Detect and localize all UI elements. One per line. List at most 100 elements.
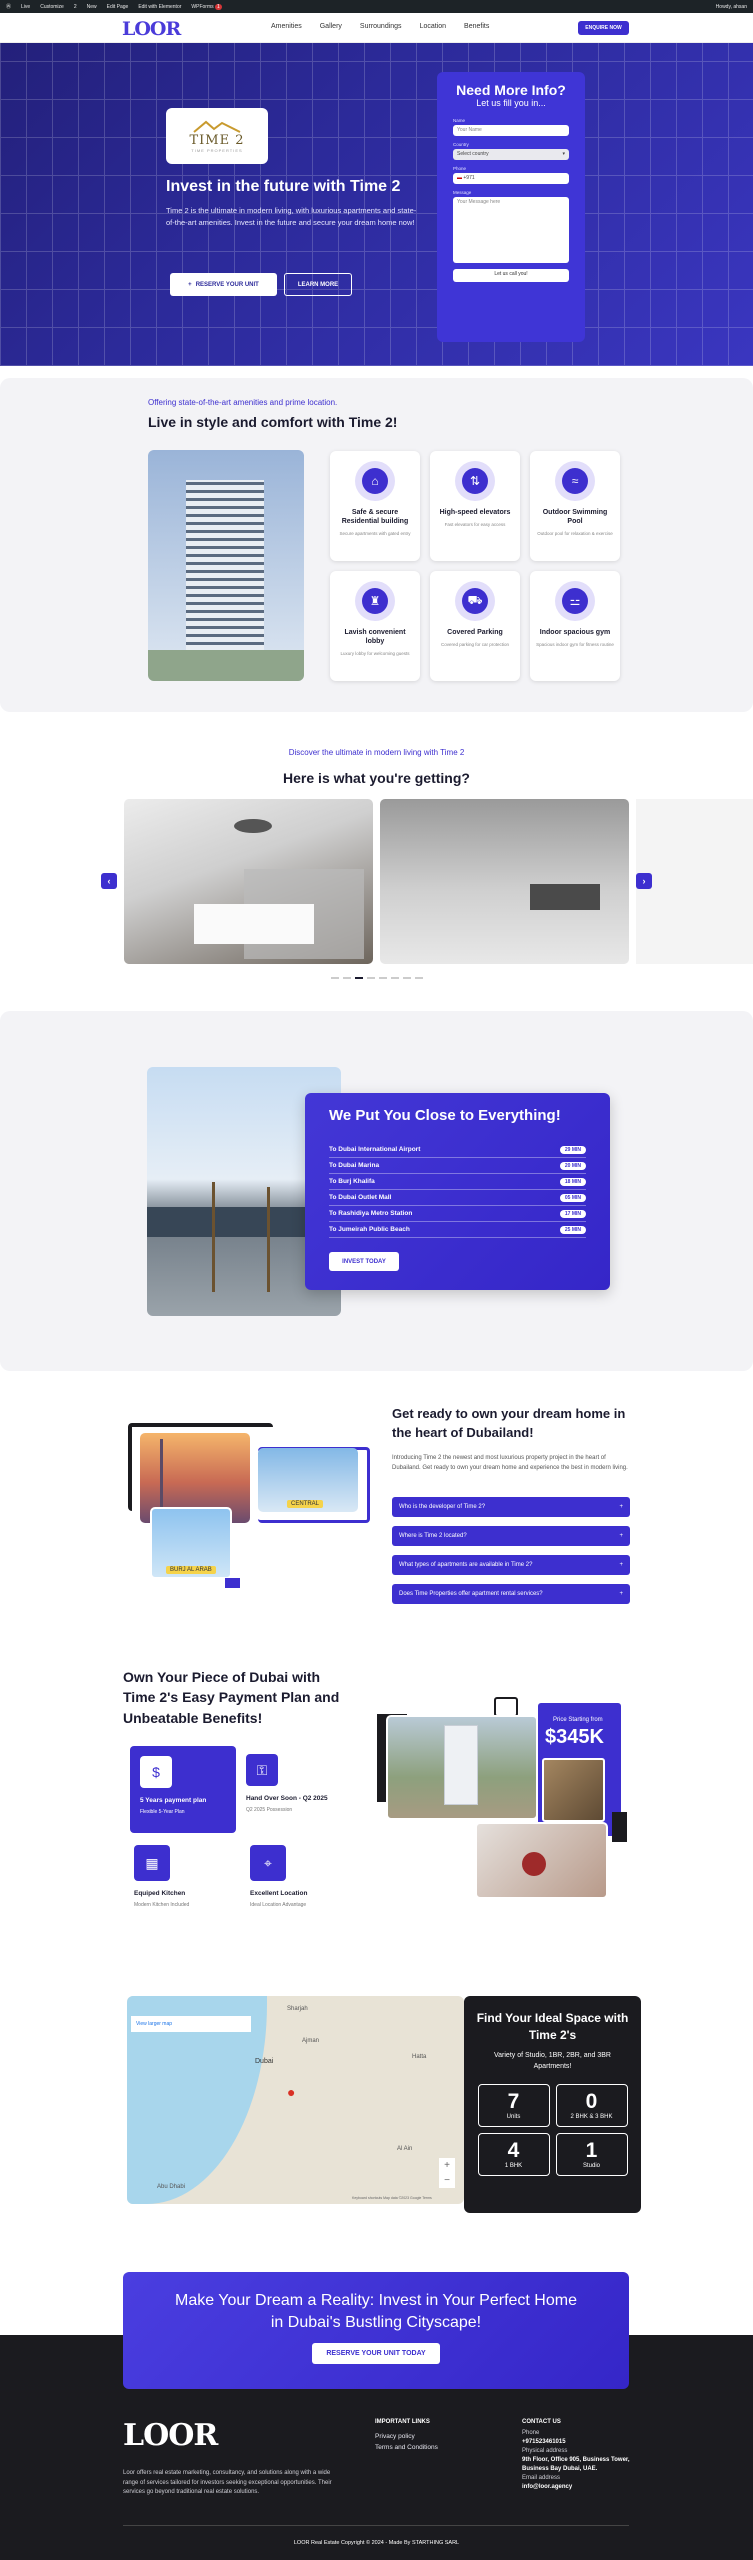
address-label: Physical address	[522, 2448, 568, 2454]
form-title: Need More Info?	[456, 82, 566, 98]
admin-item-edit-page[interactable]: Edit Page	[107, 4, 129, 10]
footer-email[interactable]: info@loor.agency	[522, 2483, 637, 2492]
faq-question: What types of apartments are available i…	[399, 1562, 533, 1568]
gallery-image-partial	[636, 799, 753, 964]
amenity-desc: Secure apartments with gated entry	[339, 530, 411, 536]
map-label: Sharjah	[287, 2006, 308, 2012]
nav-gallery[interactable]: Gallery	[320, 23, 342, 30]
message-textarea[interactable]: Your Message here	[453, 197, 569, 263]
nav-surroundings[interactable]: Surroundings	[360, 23, 402, 30]
nav-location[interactable]: Location	[420, 23, 446, 30]
map-pin-marker-icon[interactable]: ●	[287, 2084, 295, 2100]
site-logo[interactable]: LOOR	[122, 18, 181, 40]
plus-icon: +	[188, 281, 192, 288]
amenity-desc: Covered parking for car protection	[440, 641, 510, 647]
name-label: Name	[453, 118, 466, 123]
distance-time: 25 MIN	[559, 1225, 586, 1234]
time2-logo-sub: TIME PROPERTIES	[191, 148, 243, 153]
country-value: Select country	[457, 151, 489, 157]
stat-1bhk: 41 BHK	[477, 2132, 550, 2176]
map-pin-icon: ⌖	[250, 1845, 286, 1881]
amenity-card: ⌂ Safe & secure Residential building Secur…	[330, 451, 420, 561]
faq-accordion: Who is the developer of Time 2? + Where i…	[392, 1497, 630, 1613]
faq-item[interactable]: Where is Time 2 located? +	[392, 1526, 630, 1546]
map-attribution: Keyboard shortcuts Map data ©2023 Google…	[352, 2196, 432, 2200]
footer-contact-title: CONTACT US	[522, 2419, 561, 2425]
reserve-unit-button[interactable]: + RESERVE YOUR UNIT	[170, 273, 277, 296]
nav-amenities[interactable]: Amenities	[271, 23, 302, 30]
stat-2bhk-3bhk: 02 BHK & 3 BHK	[555, 2083, 628, 2127]
phone-input[interactable]: ▬ +971	[453, 173, 569, 184]
stat-label: Units	[506, 2113, 521, 2120]
wordpress-icon[interactable]: Ⓦ	[6, 3, 11, 10]
gallery-dot[interactable]	[331, 977, 339, 979]
gallery-dot[interactable]	[391, 977, 399, 979]
admin-item-elementor[interactable]: Edit with Elementor	[138, 4, 181, 10]
time2-logo-text: TIME 2	[189, 133, 245, 148]
admin-greeting[interactable]: Howdy, ahsan	[716, 4, 747, 10]
site-header: LOOR Amenities Gallery Surroundings Loca…	[0, 13, 753, 43]
collage-frame-small	[494, 1697, 518, 1717]
lobby-icon: ♜	[362, 588, 388, 614]
amenity-card: ⇅ High-speed elevators Fast elevators for …	[430, 451, 520, 561]
main-nav: Amenities Gallery Surroundings Location …	[262, 23, 498, 30]
phone-label: Phone	[453, 166, 467, 171]
footer-logo[interactable]: LOOR	[123, 2418, 218, 2453]
view-larger-map-link[interactable]: View larger map	[131, 2016, 251, 2032]
gallery-dot[interactable]	[403, 977, 411, 979]
gallery-next-button[interactable]: ›	[636, 873, 652, 889]
interior-image	[542, 1758, 605, 1822]
benefit-card-highlight: $ 5 Years payment plan Flexible 5-Year P…	[130, 1746, 236, 1833]
admin-item-new[interactable]: New	[87, 4, 97, 10]
learn-more-button[interactable]: LEARN MORE	[284, 273, 352, 296]
amenities-grid: ⌂ Safe & secure Residential building Secur…	[330, 451, 620, 681]
footer-phone[interactable]: +971523461015	[522, 2438, 637, 2447]
admin-item-customize[interactable]: Customize	[40, 4, 64, 10]
location-map[interactable]: View larger map Sharjah Ajman Dubai Hatt…	[127, 1996, 464, 2204]
wpforms-badge: 1	[215, 3, 222, 10]
stat-number: 1	[585, 2138, 598, 2162]
admin-item-comments[interactable]: 2	[74, 4, 77, 10]
invest-today-button[interactable]: INVEST TODAY	[329, 1252, 399, 1271]
plus-icon: +	[619, 1533, 623, 1539]
faq-item[interactable]: Who is the developer of Time 2? +	[392, 1497, 630, 1517]
footer-link-terms[interactable]: Terms and Conditions	[375, 2444, 438, 2451]
map-label: Dubai	[255, 2058, 274, 2065]
gallery-image-lobby	[380, 799, 629, 964]
project-aerial-image	[386, 1715, 538, 1820]
admin-item-wpforms[interactable]: WPForms 1	[191, 3, 222, 10]
map-zoom-controls[interactable]: + −	[439, 2158, 455, 2188]
faq-item[interactable]: What types of apartments are available i…	[392, 1555, 630, 1575]
country-select[interactable]: Select country ▾	[453, 149, 569, 160]
amenity-desc: Fast elevators for easy access	[444, 521, 506, 527]
gallery-prev-button[interactable]: ‹	[101, 873, 117, 889]
faq-question: Does Time Properties offer apartment ren…	[399, 1591, 543, 1597]
collage-accent	[225, 1578, 240, 1588]
stat-units: 7 Units	[477, 2083, 550, 2127]
pool-icon: ≈	[562, 468, 588, 494]
benefit-card: ▦ Equiped Kitchen Modern Kitchen Include…	[134, 1845, 244, 1908]
mountain-logo-icon	[193, 120, 241, 133]
amenity-title: High-speed elevators	[439, 509, 511, 516]
reserve-unit-today-button[interactable]: RESERVE YOUR UNIT TODAY	[312, 2343, 440, 2365]
amenity-title: Indoor spacious gym	[539, 629, 611, 636]
gallery-dot[interactable]	[379, 977, 387, 979]
footer-link-privacy[interactable]: Privacy policy	[375, 2433, 415, 2440]
gallery-dot[interactable]	[343, 977, 351, 979]
faq-item[interactable]: Does Time Properties offer apartment ren…	[392, 1584, 630, 1604]
faq-title: Get ready to own your dream home in the …	[392, 1406, 626, 1440]
cta-title: Make Your Dream a Reality: Invest in You…	[175, 2292, 577, 2331]
distance-time: 29 MIN	[559, 1145, 586, 1154]
hero-section: TIME 2 TIME PROPERTIES Invest in the fut…	[0, 43, 753, 366]
benefit-desc: Q2 2025 Possession	[246, 1807, 293, 1813]
gallery-dot[interactable]	[367, 977, 375, 979]
submit-button[interactable]: Let us call you!	[453, 269, 569, 282]
admin-item-live[interactable]: Live	[21, 4, 30, 10]
nav-benefits[interactable]: Benefits	[464, 23, 489, 30]
amenities-title: Live in style and comfort with Time 2!	[148, 414, 398, 430]
gallery-dot-active[interactable]	[355, 977, 363, 979]
name-input[interactable]: Your Name	[453, 125, 569, 136]
enquire-now-button[interactable]: ENQUIRE NOW	[578, 21, 629, 35]
benefit-title: Equiped Kitchen	[134, 1890, 186, 1897]
gallery-dot[interactable]	[415, 977, 423, 979]
